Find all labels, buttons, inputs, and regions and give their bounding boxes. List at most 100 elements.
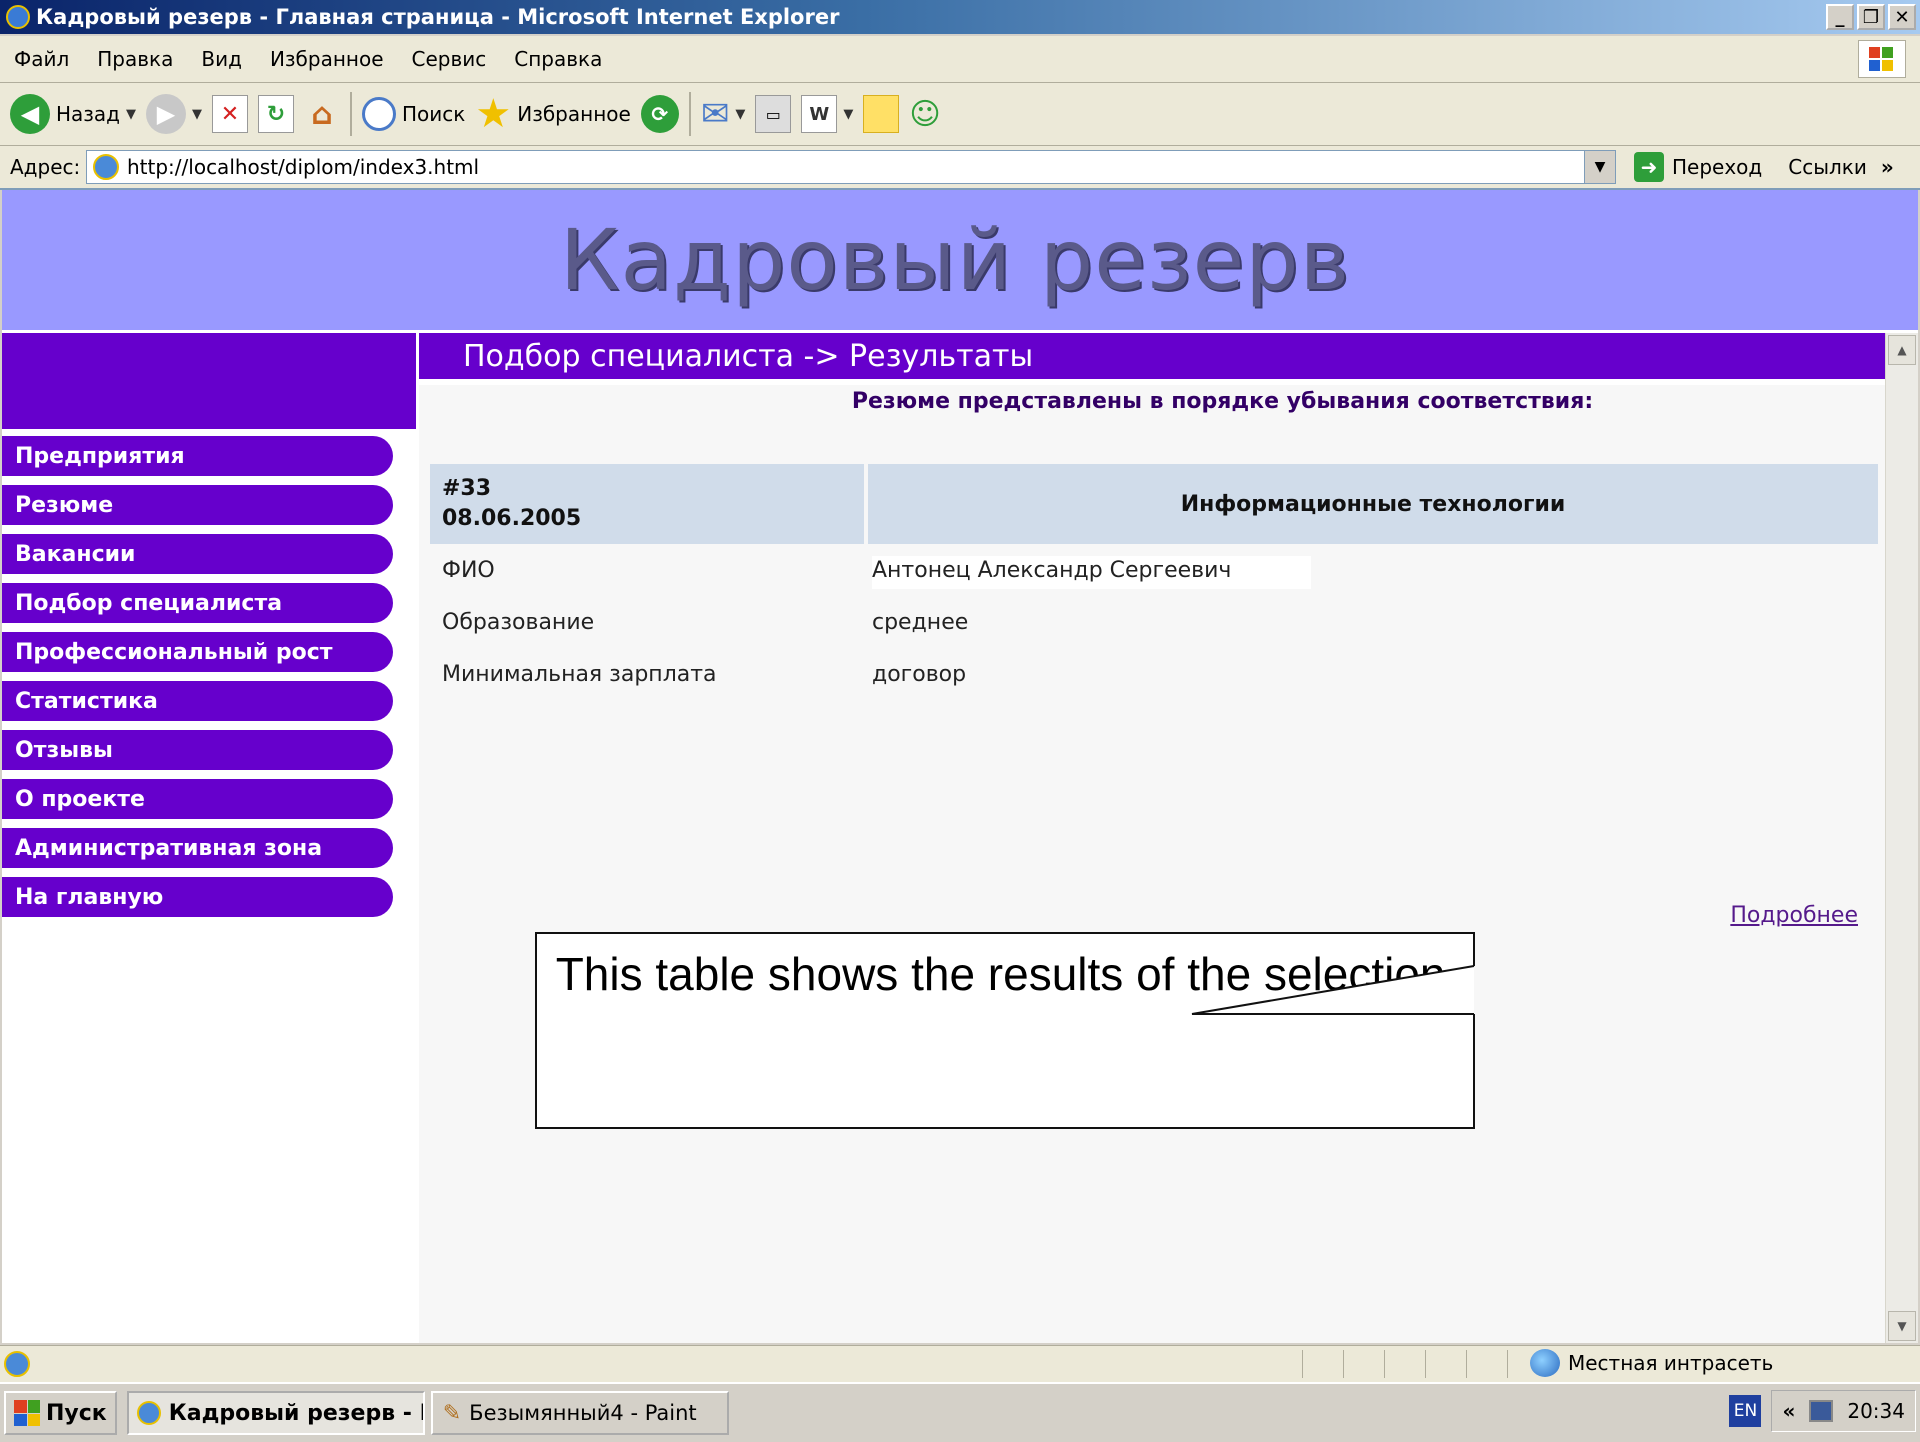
- messenger-button[interactable]: ☺: [909, 97, 940, 132]
- stop-button[interactable]: ✕: [212, 95, 249, 133]
- address-dropdown-icon[interactable]: ▼: [1584, 151, 1615, 183]
- windows-logo-icon: [1858, 40, 1906, 78]
- ie-icon: [6, 5, 30, 29]
- status-cells: [1302, 1350, 1548, 1378]
- links-chevron-icon[interactable]: »: [1881, 155, 1894, 179]
- taskbar: Пуск Кадровый резерв - Г... ✎ Безымянный…: [0, 1382, 1920, 1442]
- note-icon: [863, 95, 900, 133]
- go-button[interactable]: ➜ Переход: [1634, 152, 1762, 182]
- favorites-button[interactable]: ★ Избранное: [475, 91, 630, 137]
- result-date: 08.06.2005: [442, 506, 582, 531]
- close-button[interactable]: ✕: [1888, 4, 1916, 30]
- nav-item-statistics[interactable]: Статистика: [2, 681, 393, 721]
- menu-favorites[interactable]: Избранное: [256, 47, 398, 71]
- toolbar-separator: [350, 92, 353, 136]
- nav-item-professional-growth[interactable]: Профессиональный рост: [2, 632, 393, 672]
- menu-bar: Файл Правка Вид Избранное Сервис Справка: [0, 36, 1920, 83]
- paint-icon: ✎: [442, 1400, 462, 1426]
- home-button[interactable]: ⌂: [304, 95, 340, 133]
- row-value: Антонец Александр Сергеевич: [868, 555, 1878, 589]
- nav-item-admin[interactable]: Административная зона: [2, 828, 393, 868]
- nav-item-resumes[interactable]: Резюме: [2, 485, 393, 525]
- nav-item-vacancies[interactable]: Вакансии: [2, 534, 393, 574]
- row-value: договор: [872, 661, 967, 687]
- address-url[interactable]: http://localhost/diplom/index3.html: [127, 155, 479, 179]
- task2-label: Безымянный4 - Paint: [469, 1401, 697, 1425]
- more-link[interactable]: Подробнее: [1730, 903, 1858, 928]
- menu-tools[interactable]: Сервис: [398, 47, 501, 71]
- links-button[interactable]: Ссылки: [1788, 155, 1867, 179]
- network-icon[interactable]: [1809, 1400, 1834, 1422]
- callout-opening: [1470, 966, 1482, 1014]
- results-intro: Резюме представлены в порядке убывания с…: [851, 389, 1594, 414]
- forward-button[interactable]: ▶ ▼: [146, 94, 202, 134]
- left-nav-panel: Предприятия Резюме Вакансии Подбор специ…: [2, 333, 416, 1343]
- nav-item-home[interactable]: На главную: [2, 877, 393, 917]
- row-value: среднее: [872, 609, 969, 635]
- refresh-button[interactable]: ↻: [258, 95, 295, 133]
- forward-dropdown-icon[interactable]: ▼: [192, 107, 202, 122]
- main-nav: Предприятия Резюме Вакансии Подбор специ…: [2, 436, 402, 926]
- intranet-icon: [1530, 1349, 1560, 1377]
- page-icon: [93, 154, 119, 180]
- menu-view[interactable]: Вид: [187, 47, 256, 71]
- stop-icon: ✕: [212, 95, 249, 133]
- search-label: Поиск: [402, 102, 466, 126]
- nav-item-about[interactable]: О проекте: [2, 779, 393, 819]
- start-label: Пуск: [46, 1400, 107, 1426]
- task1-label: Кадровый резерв - Г...: [168, 1400, 423, 1426]
- result-header-row: #33 08.06.2005 Информационные технологии: [430, 464, 1878, 544]
- refresh-icon: ↻: [258, 95, 295, 133]
- result-id: #33: [442, 476, 492, 501]
- taskbar-item-paint[interactable]: ✎ Безымянный4 - Paint: [430, 1391, 729, 1435]
- discuss-button[interactable]: [863, 95, 900, 133]
- printer-icon: ▭: [755, 95, 792, 133]
- back-arrow-icon: ◀: [10, 94, 50, 134]
- search-button[interactable]: Поиск: [362, 97, 465, 131]
- address-input[interactable]: http://localhost/diplom/index3.html ▼: [86, 150, 1616, 184]
- address-label: Адрес:: [10, 155, 81, 179]
- callout-text: This table shows the results of the sele…: [555, 948, 1459, 1000]
- row-key: ФИО: [442, 557, 495, 583]
- start-button[interactable]: Пуск: [4, 1391, 117, 1435]
- nav-item-reviews[interactable]: Отзывы: [2, 730, 393, 770]
- maximize-button[interactable]: ❐: [1857, 4, 1885, 30]
- back-button[interactable]: ◀ Назад ▼: [10, 94, 136, 134]
- edit-icon: W: [801, 95, 838, 133]
- clock[interactable]: 20:34: [1847, 1399, 1905, 1423]
- scroll-up-icon[interactable]: ▲: [1888, 335, 1916, 365]
- mail-dropdown-icon[interactable]: ▼: [735, 107, 745, 122]
- toolbar: ◀ Назад ▼ ▶ ▼ ✕ ↻ ⌂ Поиск ★ Избранное ⟳ …: [0, 83, 1920, 146]
- window-controls: _ ❐ ✕: [1826, 4, 1916, 30]
- status-bar: Местная интрасеть: [0, 1345, 1920, 1382]
- taskbar-item-ie[interactable]: Кадровый резерв - Г...: [126, 1391, 425, 1435]
- mail-button[interactable]: ✉ ▼: [701, 94, 746, 134]
- nav-item-enterprises[interactable]: Предприятия: [2, 436, 393, 476]
- status-page-icon: [4, 1351, 30, 1377]
- row-key: Минимальная зарплата: [442, 661, 717, 687]
- menu-help[interactable]: Справка: [500, 47, 616, 71]
- menu-file[interactable]: Файл: [0, 47, 83, 71]
- window-title-bar[interactable]: Кадровый резерв - Главная страница - Mic…: [0, 0, 1920, 34]
- print-button[interactable]: ▭: [755, 95, 792, 133]
- nav-item-specialist-search[interactable]: Подбор специалиста: [2, 583, 393, 623]
- tray-expand-icon[interactable]: «: [1782, 1399, 1795, 1423]
- messenger-icon: ☺: [909, 96, 941, 132]
- back-dropdown-icon[interactable]: ▼: [126, 107, 136, 122]
- ie-icon: [136, 1401, 161, 1425]
- history-icon: ⟳: [640, 95, 679, 133]
- address-bar: Адрес: http://localhost/diplom/index3.ht…: [0, 146, 1920, 190]
- vertical-scrollbar[interactable]: ▲ ▼: [1885, 333, 1918, 1343]
- page-viewport: Кадровый резерв Предприятия Резюме Вакан…: [2, 190, 1918, 1343]
- site-banner: Кадровый резерв: [2, 190, 1918, 330]
- minimize-button[interactable]: _: [1826, 4, 1854, 30]
- edit-button[interactable]: W ▼: [801, 95, 853, 133]
- edit-dropdown-icon[interactable]: ▼: [843, 107, 853, 122]
- scroll-down-icon[interactable]: ▼: [1888, 1311, 1916, 1341]
- menu-edit[interactable]: Правка: [83, 47, 187, 71]
- system-tray: EN « 20:34: [1729, 1390, 1916, 1432]
- go-arrow-icon: ➜: [1634, 152, 1664, 182]
- history-button[interactable]: ⟳: [640, 95, 679, 133]
- language-indicator[interactable]: EN: [1729, 1395, 1762, 1427]
- back-label: Назад: [56, 102, 121, 126]
